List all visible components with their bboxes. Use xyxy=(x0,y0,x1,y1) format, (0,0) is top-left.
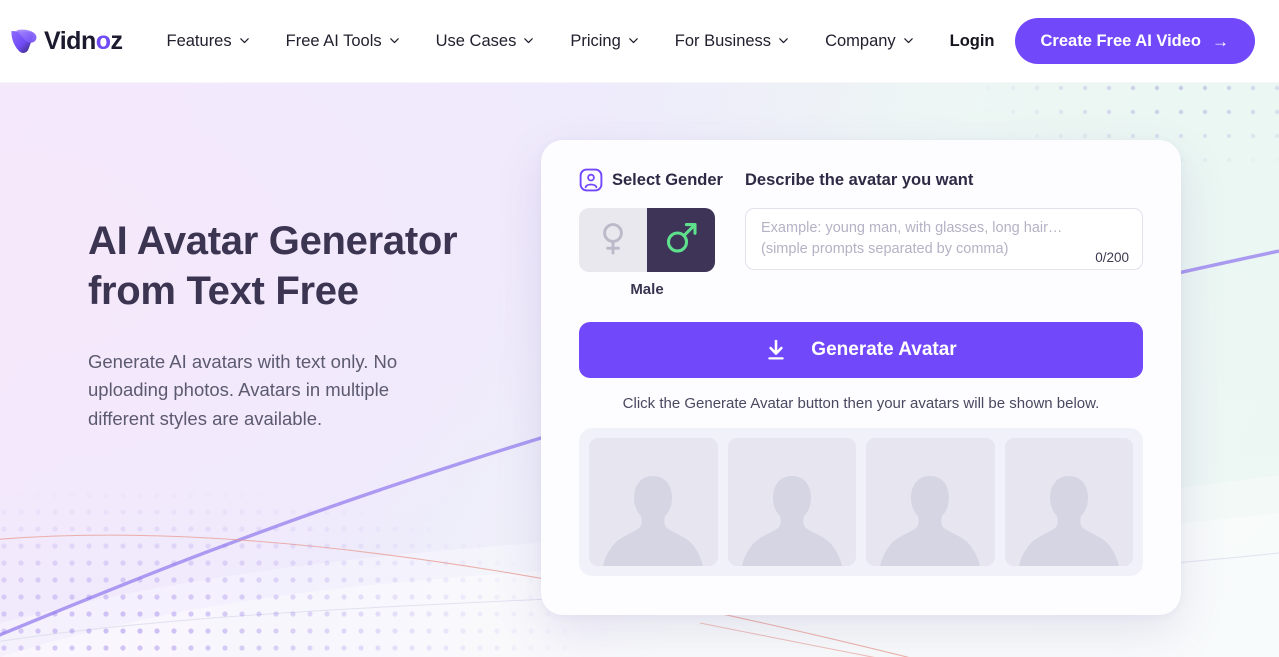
prompt-input[interactable] xyxy=(746,209,1142,269)
nav-item-company[interactable]: Company xyxy=(807,22,932,61)
chevron-down-icon xyxy=(628,35,639,46)
avatar-generator-card: Select Gender Male Describe the avatar y… xyxy=(541,140,1181,615)
chevron-down-icon xyxy=(523,35,534,46)
nav-item-label: Use Cases xyxy=(435,31,517,50)
top-navigation-bar: Vidnoz Features Free AI Tools Use Cases … xyxy=(0,0,1279,83)
nav-item-label: For Business xyxy=(674,31,772,50)
nav-item-pricing[interactable]: Pricing xyxy=(552,22,656,61)
cta-label: Create Free AI Video xyxy=(1040,31,1201,50)
avatar-placeholder-3[interactable] xyxy=(866,438,995,566)
nav-item-label: Free AI Tools xyxy=(285,31,382,50)
gender-section: Select Gender Male xyxy=(579,168,723,298)
create-free-ai-video-button[interactable]: Create Free AI Video → xyxy=(1014,18,1255,64)
selected-gender-label: Male xyxy=(630,281,664,298)
describe-label: Describe the avatar you want xyxy=(745,170,974,189)
gender-option-group xyxy=(579,208,723,272)
headline-line-1: AI Avatar Generator xyxy=(88,219,458,263)
avatar-results-grid xyxy=(579,428,1143,576)
arrow-right-icon: → xyxy=(1212,31,1229,51)
generate-avatar-label: Generate Avatar xyxy=(811,339,957,360)
primary-nav: Features Free AI Tools Use Cases Pricing… xyxy=(149,22,932,61)
avatar-placeholder-2[interactable] xyxy=(727,438,856,566)
vidnoz-wordmark: Vidnoz xyxy=(44,26,123,55)
download-icon xyxy=(765,339,787,361)
headline-line-2: from Text Free xyxy=(88,269,359,314)
select-gender-label: Select Gender xyxy=(612,170,723,189)
nav-item-for-business[interactable]: For Business xyxy=(657,22,807,61)
page-title: AI Avatar Generator from Text Free xyxy=(88,216,508,317)
venus-icon xyxy=(593,218,633,263)
avatar-placeholder-1[interactable] xyxy=(589,438,718,566)
gender-option-male[interactable] xyxy=(647,208,715,272)
card-top-row: Select Gender Male Describe the avatar y… xyxy=(579,168,1143,298)
describe-section: Describe the avatar you want Example: yo… xyxy=(745,168,1143,270)
chevron-down-icon xyxy=(903,35,914,46)
generate-hint-text: Click the Generate Avatar button then yo… xyxy=(622,395,1100,412)
avatar-placeholder-4[interactable] xyxy=(1004,438,1133,566)
nav-item-use-cases[interactable]: Use Cases xyxy=(418,22,553,61)
generate-avatar-button[interactable]: Generate Avatar xyxy=(579,322,1143,378)
nav-item-features[interactable]: Features xyxy=(149,22,268,61)
chevron-down-icon xyxy=(239,35,250,46)
page-root: Vidnoz Features Free AI Tools Use Cases … xyxy=(0,0,1279,657)
nav-item-label: Company xyxy=(825,31,896,50)
login-link[interactable]: Login xyxy=(950,32,995,51)
nav-item-label: Pricing xyxy=(570,31,621,50)
vidnoz-logo[interactable]: Vidnoz xyxy=(8,24,123,58)
character-counter: 0/200 xyxy=(1095,250,1129,265)
vidnoz-v-logo-icon xyxy=(8,24,42,58)
user-badge-icon xyxy=(579,168,603,192)
chevron-down-icon xyxy=(389,35,400,46)
nav-actions: Login Create Free AI Video → xyxy=(950,18,1255,64)
nav-item-free-ai-tools[interactable]: Free AI Tools xyxy=(268,22,418,61)
mars-icon xyxy=(661,218,701,263)
prompt-field-wrapper: Example: young man, with glasses, long h… xyxy=(745,208,1143,270)
hero-copy: AI Avatar Generator from Text Free Gener… xyxy=(88,216,508,434)
hero-subtitle: Generate AI avatars with text only. No u… xyxy=(88,350,398,430)
gender-option-female[interactable] xyxy=(579,208,647,272)
chevron-down-icon xyxy=(778,35,789,46)
nav-item-label: Features xyxy=(166,31,232,50)
